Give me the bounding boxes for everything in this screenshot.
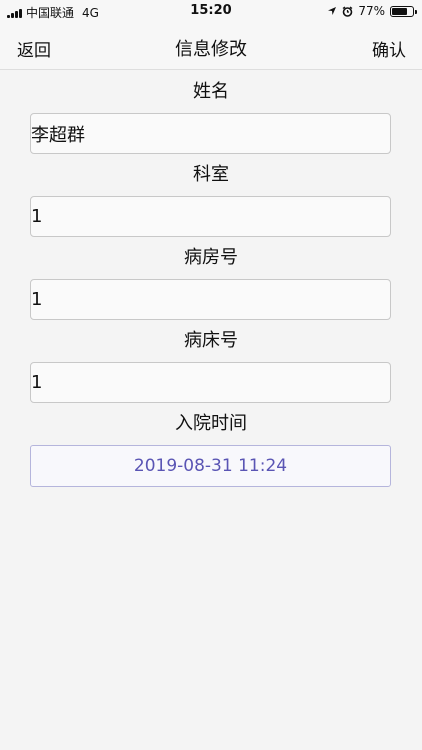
confirm-button[interactable]: 确认 bbox=[372, 36, 406, 61]
bed-number-input[interactable] bbox=[30, 362, 391, 403]
battery-fill bbox=[392, 7, 408, 15]
battery-tip bbox=[415, 9, 417, 14]
room-number-input[interactable] bbox=[30, 279, 391, 320]
status-bar: 中国联通 4G 15:20 77% bbox=[0, 0, 422, 22]
navigation-bar: 返回 信息修改 确认 bbox=[0, 22, 422, 70]
name-label: 姓名 bbox=[193, 81, 229, 102]
admission-time-label: 入院时间 bbox=[175, 413, 247, 434]
location-arrow-icon bbox=[328, 7, 337, 15]
status-right: 77% bbox=[327, 4, 417, 18]
name-input[interactable] bbox=[30, 113, 391, 154]
battery-icon bbox=[390, 5, 417, 17]
page-title: 信息修改 bbox=[175, 39, 247, 60]
alarm-clock-icon bbox=[342, 5, 353, 17]
department-input[interactable] bbox=[30, 196, 391, 237]
bed-number-label: 病床号 bbox=[184, 330, 238, 351]
admission-time-picker[interactable]: 2019-08-31 11:24 bbox=[30, 445, 391, 487]
department-label: 科室 bbox=[193, 164, 229, 185]
battery-percent: 77% bbox=[358, 4, 385, 18]
room-number-label: 病房号 bbox=[184, 247, 238, 268]
edit-form: 姓名 科室 病房号 病床号 入院时间 2019-08-31 11:24 bbox=[0, 71, 422, 487]
